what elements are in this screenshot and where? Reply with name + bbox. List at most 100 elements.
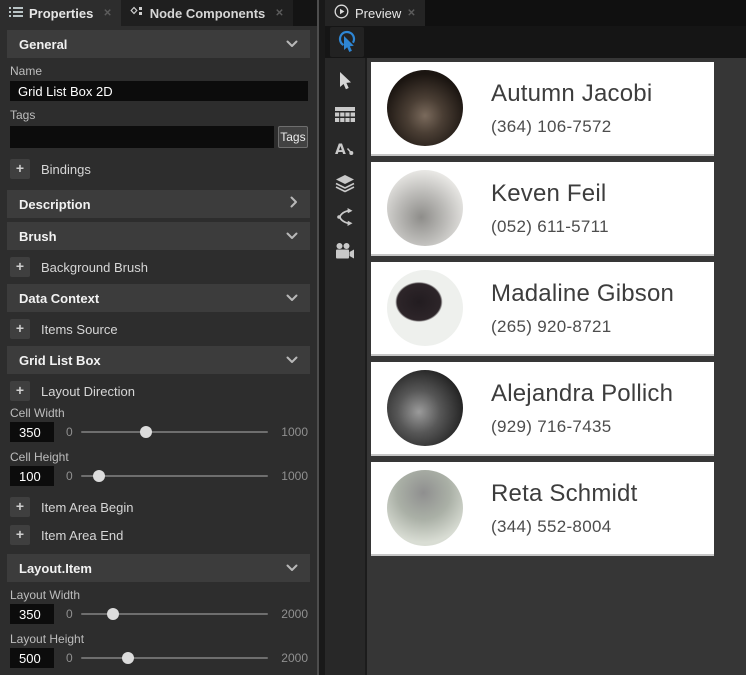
tab-properties[interactable]: Properties ✕ — [0, 0, 121, 26]
chevron-down-icon — [286, 289, 298, 307]
slider-thumb[interactable] — [93, 470, 105, 482]
layout-height-input[interactable] — [10, 648, 54, 668]
slider-min-label: 0 — [66, 607, 73, 621]
slider-max-label: 1000 — [276, 469, 308, 483]
background-brush-expand-button[interactable]: + — [10, 257, 30, 277]
bindings-expand-button[interactable]: + — [10, 159, 30, 179]
tags-button[interactable]: Tags — [278, 126, 308, 148]
contact-phone: (364) 106-7572 — [491, 117, 652, 137]
section-label: Brush — [19, 229, 57, 244]
slider-max-label: 2000 — [276, 651, 308, 665]
slider-thumb[interactable] — [122, 652, 134, 664]
properties-body: General Name Tags Tags + Bindings Descri… — [0, 26, 317, 675]
text-tool[interactable]: A — [328, 134, 362, 164]
section-layout-item[interactable]: Layout.Item — [7, 554, 310, 582]
tags-input[interactable] — [10, 126, 274, 148]
name-input[interactable] — [10, 81, 308, 101]
item-area-end-expand-button[interactable]: + — [10, 525, 30, 545]
layout-width-label: Layout Width — [10, 588, 308, 602]
properties-panel: Properties ✕ Node Components ✕ General N… — [0, 0, 317, 675]
properties-scrollbar[interactable] — [317, 0, 325, 675]
grid-tool[interactable] — [328, 100, 362, 130]
section-data-context[interactable]: Data Context — [7, 284, 310, 312]
tab-label: Properties — [29, 6, 93, 21]
contact-phone: (052) 611-5711 — [491, 217, 609, 237]
svg-text:A: A — [335, 142, 346, 158]
contact-phone: (929) 716-7435 — [491, 417, 673, 437]
cell-width-input[interactable] — [10, 422, 54, 442]
expander-label: Item Area Begin — [41, 500, 134, 515]
section-label: Data Context — [19, 291, 99, 306]
app-window: Properties ✕ Node Components ✕ General N… — [0, 0, 746, 675]
tags-field-label: Tags — [10, 108, 308, 122]
contact-name: Madaline Gibson — [491, 280, 674, 308]
section-label: Layout.Item — [19, 561, 92, 576]
layers-tool[interactable] — [328, 168, 362, 198]
connections-tool[interactable] — [328, 202, 362, 232]
layout-direction-expander: + Layout Direction — [10, 380, 308, 402]
layout-width-input[interactable] — [10, 604, 54, 624]
contact-avatar — [387, 170, 463, 246]
tab-preview[interactable]: Preview ✕ — [325, 0, 425, 26]
pointer-tool[interactable] — [328, 66, 362, 96]
contact-card[interactable]: Alejandra Pollich (929) 716-7435 — [371, 362, 714, 456]
slider-min-label: 0 — [66, 469, 73, 483]
items-source-expander: + Items Source — [10, 318, 308, 340]
expander-label: Item Area End — [41, 528, 123, 543]
contact-avatar — [387, 470, 463, 546]
interact-tool[interactable] — [330, 27, 364, 57]
preview-panel: Preview ✕ A — [325, 0, 746, 675]
tab-label: Preview — [355, 6, 401, 21]
slider-max-label: 1000 — [276, 425, 308, 439]
contact-card[interactable]: Keven Feil (052) 611-5711 — [371, 162, 714, 256]
contact-avatar — [387, 270, 463, 346]
section-grid-list-box[interactable]: Grid List Box — [7, 346, 310, 374]
section-brush[interactable]: Brush — [7, 222, 310, 250]
bindings-expander: + Bindings — [10, 158, 308, 180]
expander-label: Layout Direction — [41, 384, 135, 399]
camera-tool[interactable] — [328, 236, 362, 266]
layout-direction-expand-button[interactable]: + — [10, 381, 30, 401]
contact-card[interactable]: Autumn Jacobi (364) 106-7572 — [371, 62, 714, 156]
tab-node-components[interactable]: Node Components ✕ — [121, 0, 293, 26]
contact-name: Autumn Jacobi — [491, 80, 652, 108]
close-icon[interactable]: ✕ — [103, 8, 111, 19]
slider-thumb[interactable] — [107, 608, 119, 620]
background-brush-expander: + Background Brush — [10, 256, 308, 278]
item-area-begin-expand-button[interactable]: + — [10, 497, 30, 517]
close-icon[interactable]: ✕ — [275, 8, 283, 19]
expander-label: Bindings — [41, 162, 91, 177]
section-general[interactable]: General — [7, 30, 310, 58]
chevron-right-icon — [290, 195, 298, 213]
close-icon[interactable]: ✕ — [407, 8, 415, 19]
preview-tool-strip: A — [325, 58, 367, 675]
play-icon — [334, 4, 349, 22]
layout-width-slider[interactable] — [81, 613, 268, 615]
cell-height-label: Cell Height — [10, 450, 308, 464]
cell-width-slider[interactable] — [81, 431, 268, 433]
section-description[interactable]: Description — [7, 190, 310, 218]
contact-list: Autumn Jacobi (364) 106-7572 Keven Feil … — [367, 58, 746, 675]
components-icon — [130, 6, 144, 21]
cell-height-input[interactable] — [10, 466, 54, 486]
chevron-down-icon — [286, 227, 298, 245]
layout-height-slider[interactable] — [81, 657, 268, 659]
tab-label: Node Components — [150, 6, 266, 21]
section-label: General — [19, 37, 67, 52]
expander-label: Background Brush — [41, 260, 148, 275]
left-tabbar: Properties ✕ Node Components ✕ — [0, 0, 317, 26]
section-label: Grid List Box — [19, 353, 101, 368]
preview-tabbar: Preview ✕ — [325, 0, 746, 26]
items-source-expand-button[interactable]: + — [10, 319, 30, 339]
contact-card[interactable]: Reta Schmidt (344) 552-8004 — [371, 462, 714, 556]
slider-thumb[interactable] — [140, 426, 152, 438]
chevron-down-icon — [286, 559, 298, 577]
preview-main: A Autumn Jacobi (364) 106-7572 Keven — [325, 58, 746, 675]
layout-height-label: Layout Height — [10, 632, 308, 646]
cell-height-slider[interactable] — [81, 475, 268, 477]
section-label: Description — [19, 197, 91, 212]
contact-name: Keven Feil — [491, 180, 609, 208]
slider-min-label: 0 — [66, 425, 73, 439]
contact-card[interactable]: Madaline Gibson (265) 920-8721 — [371, 262, 714, 356]
cell-width-label: Cell Width — [10, 406, 308, 420]
